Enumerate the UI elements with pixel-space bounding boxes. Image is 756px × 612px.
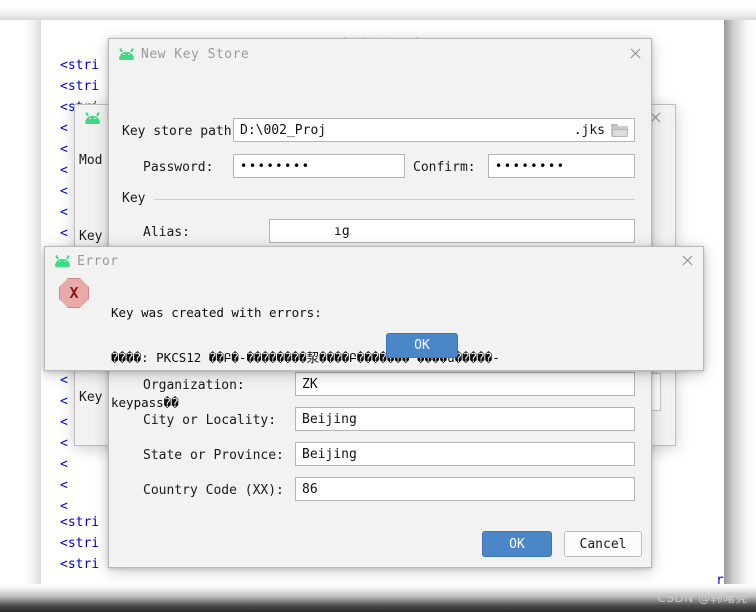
keystore-path-value: D:\002_Proj: [240, 122, 327, 138]
code-line-20: <: [60, 457, 68, 472]
code-line-2: <stri: [60, 79, 100, 94]
code-line-24: <stri: [60, 536, 100, 551]
code-line-1: <stri: [60, 58, 100, 73]
error-dialog[interactable]: Error X Key was created with errors: ���…: [44, 246, 704, 410]
code-line-25: <stri: [60, 557, 100, 572]
state-input[interactable]: Beijing: [295, 442, 635, 466]
new-key-store-titlebar[interactable]: New Key Store: [109, 39, 651, 69]
store-confirm-input[interactable]: ••••••••: [488, 154, 635, 178]
code-line-5: <: [60, 142, 68, 157]
background-key-label-a: Key: [79, 229, 103, 244]
code-line-23: <stri: [60, 515, 100, 530]
key-group-title: Key: [122, 191, 146, 206]
page-edge-top: [0, 0, 756, 20]
code-line-22: <: [60, 499, 68, 514]
store-password-input[interactable]: ••••••••: [233, 154, 405, 178]
error-ok-button[interactable]: OK: [386, 333, 458, 358]
error-octagon-icon: X: [59, 278, 89, 308]
page-edge-left: [0, 0, 41, 612]
state-value: Beijing: [302, 446, 357, 462]
android-icon: [85, 111, 100, 124]
error-dialog-titlebar[interactable]: Error: [45, 247, 703, 275]
code-line-17: <: [60, 394, 68, 409]
keystore-path-extension: .jks: [573, 122, 605, 138]
store-confirm-label: Confirm:: [413, 160, 476, 175]
keystore-ok-button[interactable]: OK: [482, 531, 552, 557]
background-module-label: Mod: [79, 153, 103, 168]
error-dialog-title: Error: [77, 253, 119, 269]
alias-input[interactable]: ıg: [269, 219, 635, 243]
background-key-label-b: Key: [79, 390, 103, 405]
store-password-value: ••••••••: [240, 159, 311, 173]
watermark: CSDN @韩曙亮: [657, 591, 748, 605]
new-key-store-title: New Key Store: [141, 46, 250, 62]
code-line-19: <: [60, 436, 68, 451]
keystore-path-label: Key store path:: [122, 124, 240, 139]
code-line-9: <: [60, 226, 68, 241]
code-line-7: <: [60, 184, 68, 199]
error-status-icon: X: [59, 278, 89, 308]
country-code-value: 86: [302, 481, 318, 497]
keystore-cancel-button[interactable]: Cancel: [564, 531, 642, 557]
state-label: State or Province:: [143, 448, 284, 463]
error-message-line-3: keypass��: [111, 395, 179, 410]
code-line-16: <: [60, 373, 68, 388]
folder-icon[interactable]: [611, 123, 629, 137]
close-icon[interactable]: [628, 47, 642, 61]
code-line-21: <: [60, 478, 68, 493]
android-icon: [119, 47, 134, 60]
alias-value: ıg: [334, 223, 350, 239]
keystore-path-input[interactable]: D:\002_Proj .jks: [233, 118, 635, 142]
store-password-label: Password:: [143, 160, 214, 175]
screenshot-root: <string name="gps_connect">请连接模块后操作</str…: [0, 0, 756, 612]
country-code-label: Country Code (XX):: [143, 483, 284, 498]
key-group-divider: [154, 199, 635, 200]
code-line-8: <: [60, 205, 68, 220]
alias-label: Alias:: [143, 225, 190, 240]
page-edge-right: [724, 0, 756, 612]
code-line-6: <: [60, 163, 68, 178]
android-icon: [55, 254, 70, 267]
page-edge-bottom: [0, 584, 756, 612]
code-line-4: <: [60, 121, 68, 136]
store-confirm-value: ••••••••: [495, 159, 566, 173]
error-message-line-1: Key was created with errors:: [111, 305, 322, 320]
code-line-18: <: [60, 415, 68, 430]
country-code-input[interactable]: 86: [295, 477, 635, 501]
close-icon[interactable]: [680, 254, 694, 268]
